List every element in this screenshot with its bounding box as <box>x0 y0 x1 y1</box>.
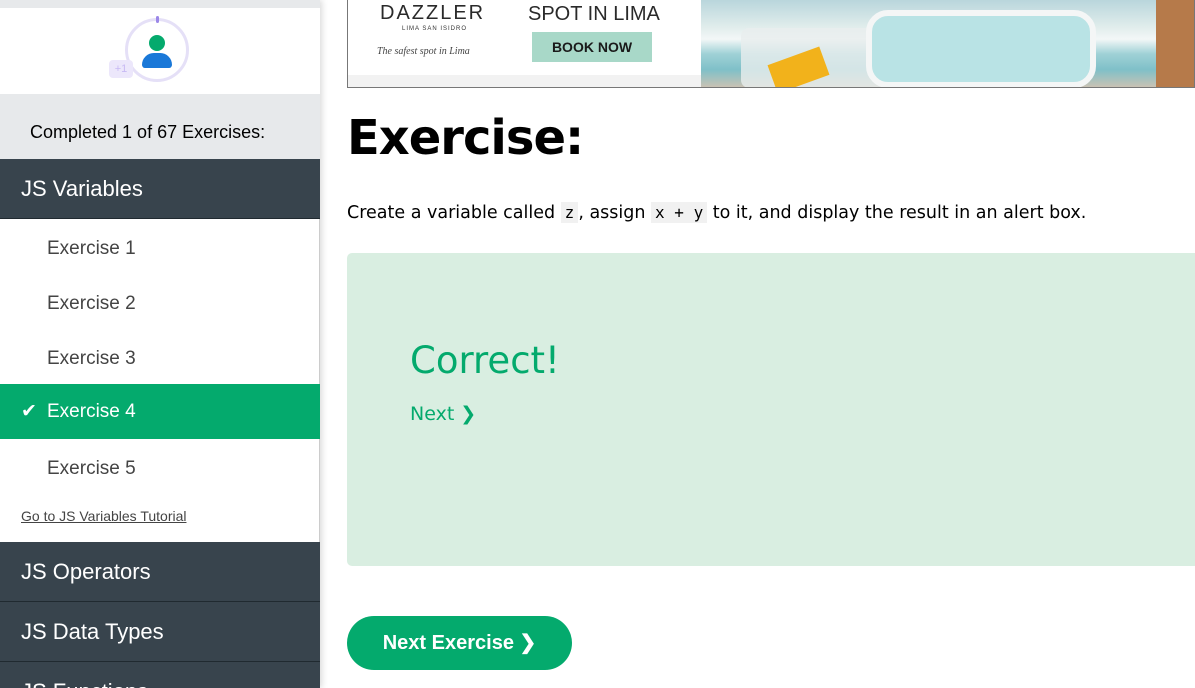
wooden-deck <box>1156 0 1194 87</box>
ad-tagline: The safest spot in Lima <box>377 46 470 57</box>
next-link[interactable]: Next ❯ <box>410 403 476 425</box>
exercise-item-2[interactable]: Exercise 2 <box>0 276 320 331</box>
section-js-variables[interactable]: JS Variables <box>0 159 320 219</box>
avatar-head <box>149 35 165 51</box>
avatar-area: +1 <box>0 8 320 94</box>
exercise-label: Exercise 3 <box>47 348 136 369</box>
exercise-list: Exercise 1 Exercise 2 Exercise 3 ✔ Exerc… <box>0 219 320 542</box>
next-exercise-button[interactable]: Next Exercise ❯ <box>347 616 572 670</box>
code-x-plus-y: x + y <box>651 202 708 223</box>
score-badge: +1 <box>109 60 133 78</box>
instruction-text-3: to it, and display the result in an aler… <box>707 203 1087 223</box>
ad-footer-band <box>348 75 701 87</box>
ad-headline: SPOT IN LIMA <box>528 3 660 25</box>
tutorial-link[interactable]: Go to JS Variables Tutorial <box>21 508 186 524</box>
sidebar: +1 Completed 1 of 67 Exercises: JS Varia… <box>0 0 320 688</box>
exercise-label: Exercise 1 <box>47 238 136 259</box>
exercise-label: Exercise 4 <box>47 401 136 422</box>
avatar-body <box>142 53 172 68</box>
check-icon: ✔ <box>21 401 37 422</box>
exercise-label: Exercise 5 <box>47 458 136 479</box>
code-z: z <box>560 202 579 223</box>
exercise-item-4[interactable]: ✔ Exercise 4 <box>0 384 320 439</box>
user-avatar-icon[interactable] <box>125 16 189 82</box>
exercise-instruction: Create a variable called z, assign x + y… <box>347 202 1087 223</box>
instruction-text-1: Create a variable called <box>347 203 561 223</box>
exercise-item-1[interactable]: Exercise 1 <box>0 221 320 276</box>
result-panel: Correct! Next ❯ <box>347 253 1195 566</box>
ad-pool-image <box>701 0 1194 87</box>
sidebar-top-strip <box>0 0 320 8</box>
jacuzzi <box>866 10 1096 87</box>
exercise-item-3[interactable]: Exercise 3 <box>0 331 320 386</box>
progress-ring-marker <box>156 16 159 23</box>
section-js-functions[interactable]: JS Functions <box>0 662 320 688</box>
section-js-operators[interactable]: JS Operators <box>0 542 320 602</box>
correct-message: Correct! <box>410 339 560 382</box>
ad-brand-subtitle: LIMA SAN ISIDRO <box>402 26 468 32</box>
ad-brand: DAZZLER <box>380 2 486 24</box>
ad-text-panel: DAZZLER LIMA SAN ISIDRO The safest spot … <box>348 0 701 87</box>
section-js-data-types[interactable]: JS Data Types <box>0 602 320 662</box>
instruction-text-2: , assign <box>578 203 652 223</box>
ad-book-now-button[interactable]: BOOK NOW <box>532 32 652 62</box>
exercise-item-5[interactable]: Exercise 5 <box>0 441 320 496</box>
ad-banner[interactable]: DAZZLER LIMA SAN ISIDRO The safest spot … <box>347 0 1195 88</box>
page-title: Exercise: <box>347 110 584 166</box>
progress-text: Completed 1 of 67 Exercises: <box>0 94 320 159</box>
exercise-label: Exercise 2 <box>47 293 136 314</box>
